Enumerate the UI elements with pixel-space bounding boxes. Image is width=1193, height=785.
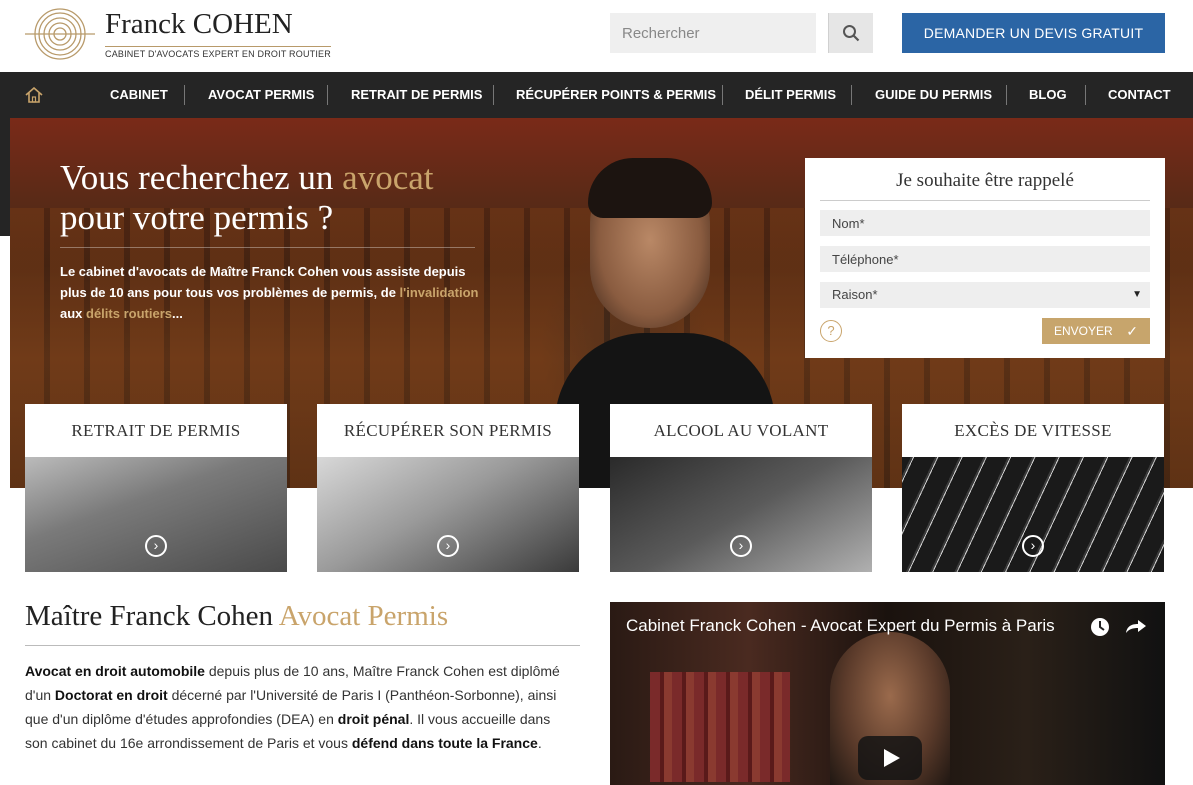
arrow-right-circle-icon[interactable]: ›	[437, 535, 459, 557]
reason-select[interactable]: Raison* ▼	[820, 282, 1150, 308]
logo-name: Franck COHEN	[105, 8, 293, 40]
card-title: EXCÈS DE VITESSE	[902, 404, 1164, 457]
search-button[interactable]	[828, 13, 873, 53]
nav-item-recuperer-points[interactable]: RÉCUPÉRER POINTS & PERMIS	[516, 72, 716, 118]
callback-form: Je souhaite être rappelé Raison* ▼ ? ENV…	[805, 158, 1165, 358]
logo-emblem-icon	[25, 8, 95, 60]
nav-separator	[327, 85, 328, 105]
send-button[interactable]: ENVOYER ✓	[1042, 318, 1150, 344]
main-nav: CABINET AVOCAT PERMIS RETRAIT DE PERMIS …	[0, 72, 1193, 118]
intro-paragraph: Avocat en droit automobile depuis plus d…	[25, 659, 575, 755]
hero-title: Vous recherchez un avocat pour votre per…	[60, 158, 433, 238]
search-input[interactable]	[610, 13, 816, 53]
send-button-label: ENVOYER	[1054, 324, 1113, 338]
intro-text-bold: défend dans toute la France	[351, 735, 538, 751]
nav-item-delit-permis[interactable]: DÉLIT PERMIS	[745, 72, 836, 118]
callback-form-title: Je souhaite être rappelé	[820, 158, 1150, 201]
name-field[interactable]	[820, 210, 1150, 236]
intro-title: Maître Franck Cohen Avocat Permis	[25, 600, 448, 633]
search-icon	[843, 25, 860, 42]
hero-description: Le cabinet d'avocats de Maître Franck Co…	[60, 261, 480, 324]
hero-title-part2: pour votre permis ?	[60, 198, 334, 237]
card-exces-de-vitesse[interactable]: EXCÈS DE VITESSE ›	[902, 404, 1164, 572]
intro-text-bold: Doctorat en droit	[54, 687, 168, 703]
hero-text-segment: aux	[60, 306, 87, 321]
nav-item-blog[interactable]: BLOG	[1029, 72, 1067, 118]
arrow-right-circle-icon[interactable]: ›	[730, 535, 752, 557]
check-icon: ✓	[1126, 323, 1138, 339]
card-alcool-au-volant[interactable]: ALCOOL AU VOLANT ›	[610, 404, 872, 572]
card-title: RÉCUPÉRER SON PERMIS	[317, 404, 579, 457]
card-title: ALCOOL AU VOLANT	[610, 404, 872, 457]
intro-divider	[25, 645, 580, 646]
dropdown-arrow-icon: ▼	[1132, 289, 1142, 300]
hero-title-part1: Vous recherchez un	[60, 158, 343, 197]
nav-item-cabinet[interactable]: CABINET	[110, 72, 168, 118]
video-controls	[1091, 618, 1146, 636]
nav-item-contact[interactable]: CONTACT	[1108, 72, 1171, 118]
help-icon[interactable]: ?	[820, 320, 842, 342]
search-box	[610, 13, 873, 53]
hero-title-highlight: avocat	[342, 158, 434, 197]
delits-routiers-link[interactable]: délits routiers	[86, 306, 172, 321]
hero-text-name: Maître Franck Cohen	[209, 264, 339, 279]
intro-text-bold: droit pénal	[337, 711, 410, 727]
phone-field[interactable]	[820, 246, 1150, 272]
intro-text: .	[537, 735, 542, 751]
nav-item-guide-du-permis[interactable]: GUIDE DU PERMIS	[875, 72, 992, 118]
share-icon[interactable]	[1126, 620, 1146, 633]
video-title[interactable]: Cabinet Franck Cohen - Avocat Expert du …	[626, 616, 1055, 636]
card-recuperer-son-permis[interactable]: RÉCUPÉRER SON PERMIS ›	[317, 404, 579, 572]
header: Franck COHEN CABINET D'AVOCATS EXPERT EN…	[0, 0, 1193, 72]
card-retrait-de-permis[interactable]: RETRAIT DE PERMIS ›	[25, 404, 287, 572]
nav-item-avocat-permis[interactable]: AVOCAT PERMIS	[208, 72, 314, 118]
nav-separator	[184, 85, 185, 105]
invalidation-link[interactable]: l'invalidation	[400, 285, 479, 300]
site-logo[interactable]: Franck COHEN CABINET D'AVOCATS EXPERT EN…	[25, 8, 331, 60]
hero-text-segment: ...	[171, 306, 183, 321]
hero-divider	[60, 247, 475, 248]
arrow-right-circle-icon[interactable]: ›	[1022, 535, 1044, 557]
lawyer-photo-hair	[588, 158, 712, 218]
nav-item-retrait-de-permis[interactable]: RETRAIT DE PERMIS	[351, 72, 482, 118]
logo-tagline: CABINET D'AVOCATS EXPERT EN DROIT ROUTIE…	[105, 46, 331, 59]
nav-separator	[1006, 85, 1007, 105]
quote-request-button[interactable]: DEMANDER UN DEVIS GRATUIT	[902, 13, 1165, 53]
play-icon[interactable]	[858, 736, 922, 780]
video-player[interactable]: Cabinet Franck Cohen - Avocat Expert du …	[610, 602, 1165, 785]
video-thumbnail-books	[650, 672, 790, 782]
hero-text-segment: Le cabinet d'avocats de	[60, 264, 210, 279]
home-icon[interactable]	[25, 87, 43, 103]
nav-separator	[493, 85, 494, 105]
intro-text-bold: Avocat en droit automobile	[25, 663, 205, 679]
arrow-right-circle-icon[interactable]: ›	[145, 535, 167, 557]
clock-icon[interactable]	[1091, 618, 1109, 636]
nav-separator	[1085, 85, 1086, 105]
reason-select-value: Raison*	[832, 287, 878, 302]
nav-separator	[851, 85, 852, 105]
intro-title-highlight: Avocat Permis	[278, 600, 449, 632]
card-title: RETRAIT DE PERMIS	[25, 404, 287, 457]
nav-separator	[722, 85, 723, 105]
intro-title-main: Maître Franck Cohen	[25, 600, 279, 632]
